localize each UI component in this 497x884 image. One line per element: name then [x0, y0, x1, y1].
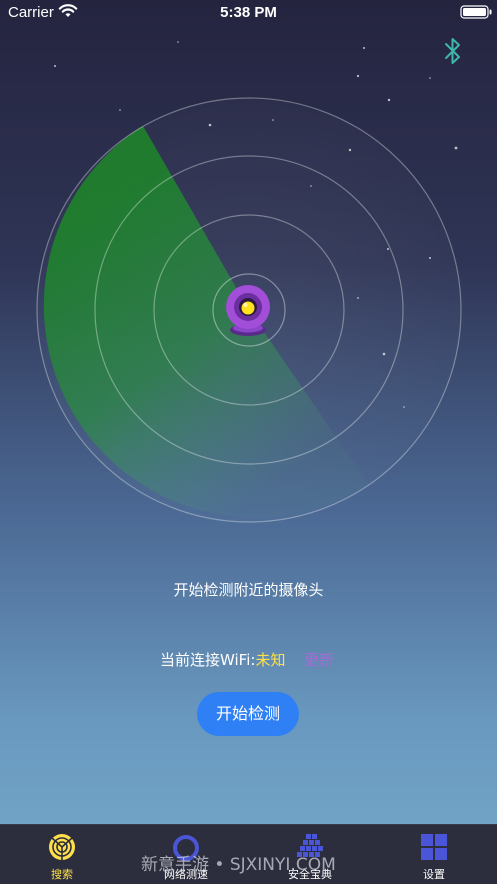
camera-icon[interactable] — [222, 284, 274, 338]
radar-icon — [49, 834, 75, 860]
bluetooth-icon[interactable] — [440, 36, 466, 66]
tab-label: 搜索 — [51, 868, 73, 881]
tab-label: 设置 — [423, 868, 445, 881]
tab-settings[interactable]: 设置 — [372, 825, 496, 884]
detection-prompt: 开始检测附近的摄像头 — [173, 581, 324, 599]
refresh-link[interactable]: 更新 — [304, 649, 334, 670]
start-detection-button[interactable]: 开始检测 — [197, 692, 299, 736]
watermark: 新意手游 • SJXINYI.COM — [141, 855, 336, 875]
grid-icon — [421, 834, 447, 860]
wifi-label: 当前连接WiFi: — [160, 651, 256, 669]
tab-search[interactable]: 搜索 — [0, 825, 124, 884]
wifi-status: 当前连接WiFi:未知 — [160, 649, 285, 670]
wifi-value: 未知 — [255, 651, 286, 669]
